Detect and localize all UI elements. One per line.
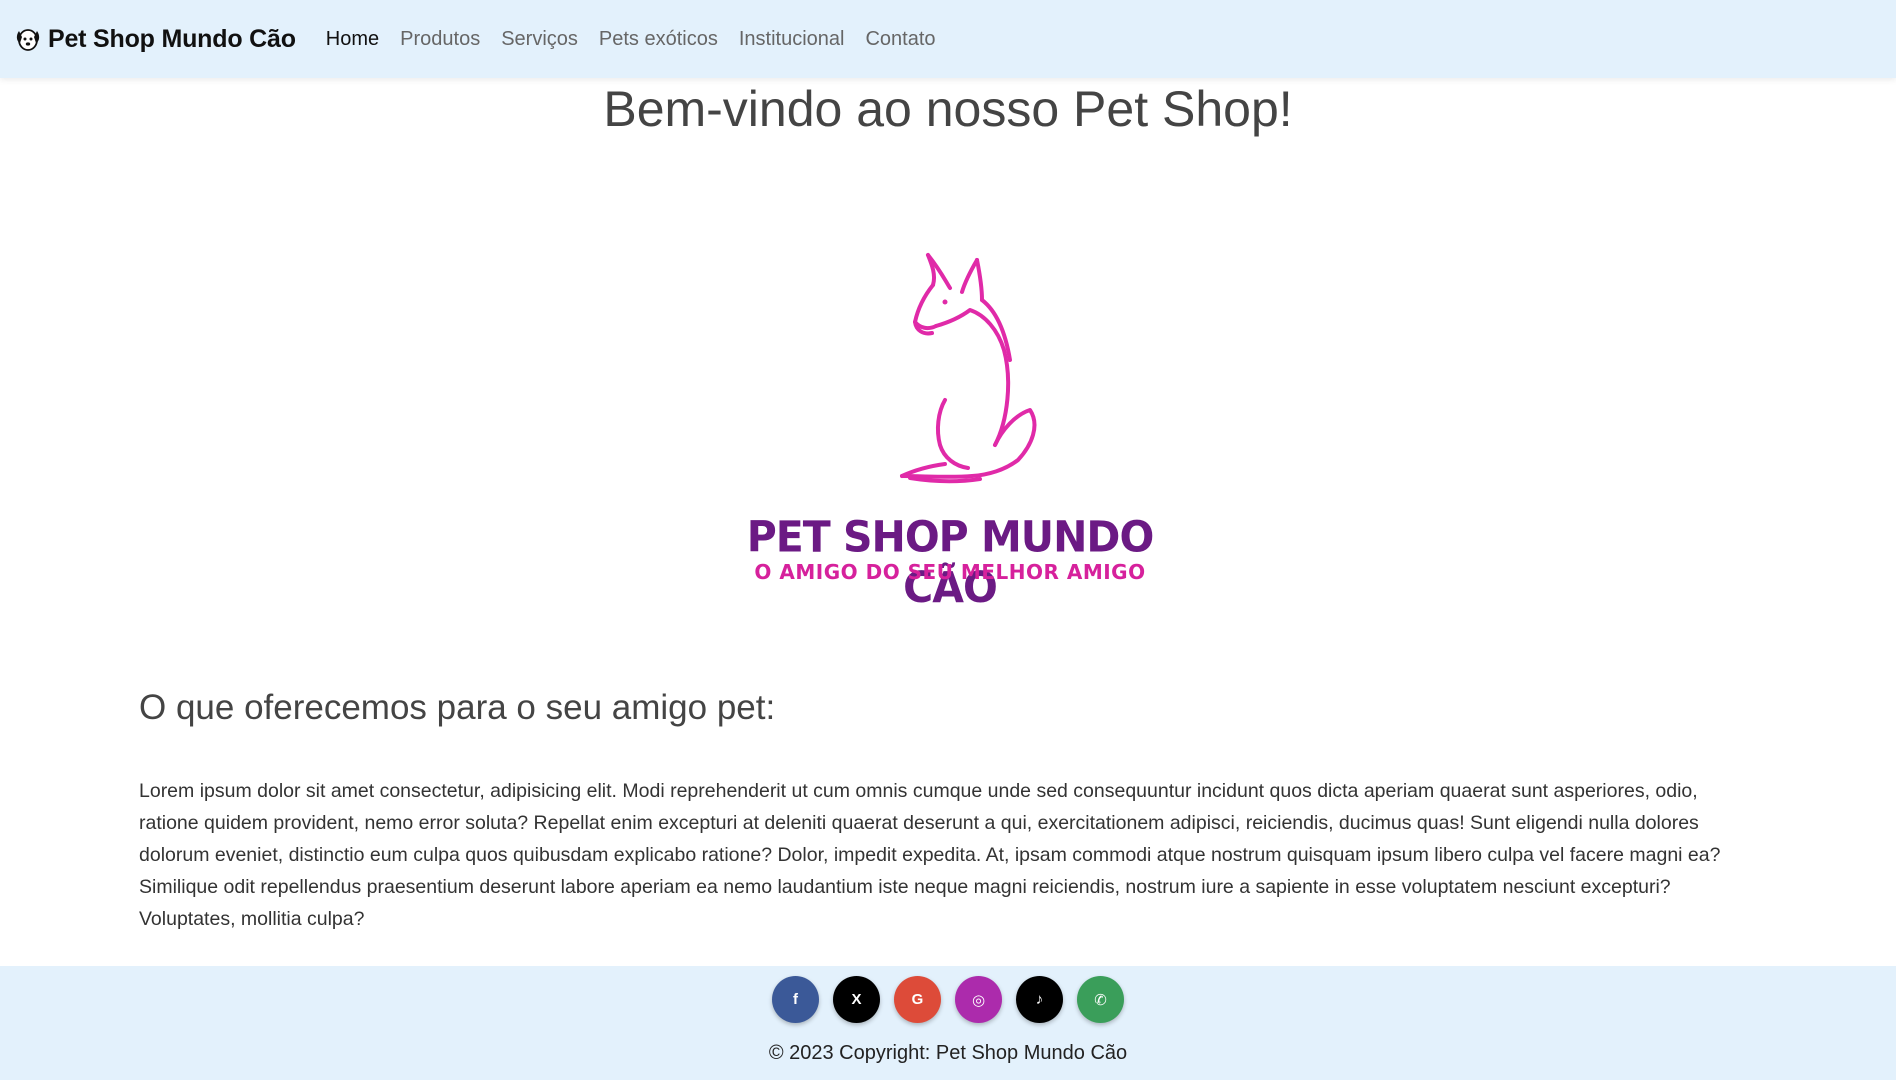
facebook-icon[interactable]: f <box>772 976 819 1023</box>
google-icon[interactable]: G <box>894 976 941 1023</box>
nav-link-contato[interactable]: Contato <box>865 28 935 51</box>
tiktok-icon[interactable]: ♪ <box>1016 976 1063 1023</box>
copyright-text: © 2023 Copyright: Pet Shop Mundo Cão <box>768 1042 1128 1064</box>
brand-link[interactable]: Pet Shop Mundo Cão <box>14 25 296 54</box>
section-paragraph: Lorem ipsum dolor sit amet consectetur, … <box>139 780 1721 930</box>
facebook-glyph: f <box>793 991 798 1008</box>
whatsapp-icon[interactable]: ✆ <box>1077 976 1124 1023</box>
google-glyph: G <box>911 991 924 1008</box>
nav-links: Home Produtos Serviços Pets exóticos Ins… <box>326 28 957 51</box>
nav-link-pets-exoticos[interactable]: Pets exóticos <box>599 28 718 51</box>
instagram-icon[interactable]: ◎ <box>955 976 1002 1023</box>
section-heading: O que oferecemos para o seu amigo pet: <box>139 688 776 727</box>
logo: PET SHOP MUNDO CÃO O AMIGO DO SEU MELHOR… <box>740 230 1160 612</box>
nav-link-produtos[interactable]: Produtos <box>400 28 480 51</box>
x-icon[interactable]: X <box>833 976 880 1023</box>
whatsapp-glyph: ✆ <box>1094 991 1107 1009</box>
dog-icon <box>16 29 40 51</box>
dog-logo-drawing <box>900 253 1037 484</box>
nav-link-institucional[interactable]: Institucional <box>739 28 845 51</box>
nav-link-servicos[interactable]: Serviços <box>501 28 578 51</box>
social-links: f X G ◎ ♪ ✆ <box>772 976 1138 1023</box>
page-title: Bem-vindo ao nosso Pet Shop! <box>603 81 1293 137</box>
logo-tagline: O AMIGO DO SEU MELHOR AMIGO <box>754 560 1146 584</box>
instagram-glyph: ◎ <box>971 991 986 1009</box>
brand-name: Pet Shop Mundo Cão <box>48 24 296 53</box>
nav-link-home[interactable]: Home <box>326 28 379 51</box>
tiktok-glyph: ♪ <box>1035 991 1044 1008</box>
navbar: Pet Shop Mundo Cão Home Produtos Serviço… <box>0 0 1896 78</box>
x-glyph: X <box>851 991 862 1008</box>
